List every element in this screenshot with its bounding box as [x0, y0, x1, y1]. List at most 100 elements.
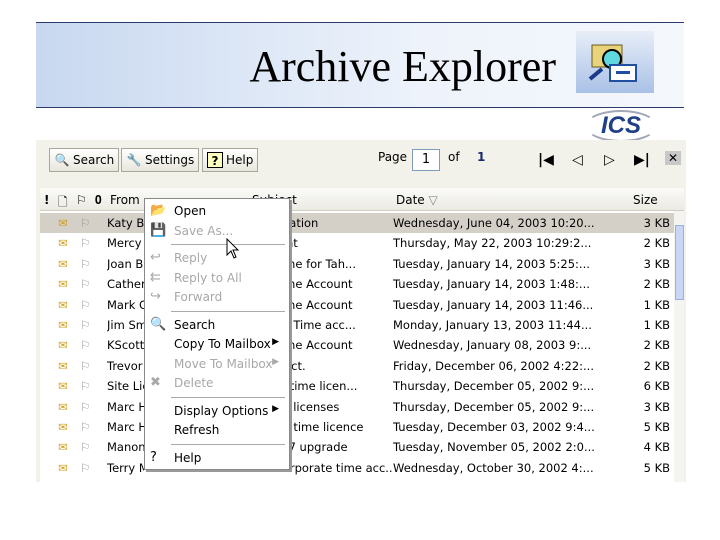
table-row[interactable]: ✉ ⚐ Marc H porate time licence Tuesday, D… [40, 417, 674, 437]
table-row[interactable]: ✉ ⚐ Mark C ate Time Account Tuesday, Janu… [40, 295, 674, 315]
cell-date: Monday, January 13, 2003 11:44... [393, 318, 592, 332]
cell-size: 2 KB [643, 277, 670, 292]
envelope-icon: ✉ [58, 318, 68, 332]
flag-column-icon[interactable]: ⚐ [76, 193, 87, 207]
close-icon[interactable]: ✕ [665, 151, 682, 165]
envelope-icon: ✉ [58, 338, 68, 353]
menu-item-search[interactable]: 🔍 Search [145, 316, 289, 335]
menu-item-label: Forward [174, 290, 223, 304]
settings-icon: 🔧 [126, 153, 142, 167]
menu-item-save-as[interactable]: 💾 Save As... [145, 222, 289, 241]
table-row[interactable]: ✉⚐ Terry Monteiro RE: Corporate time acc… [40, 458, 674, 478]
envelope-icon: ✉ [58, 399, 68, 414]
cell-date: Thursday, December 05, 2002 9:... [393, 379, 595, 394]
column-size[interactable]: Size [633, 193, 658, 207]
next-page-icon[interactable]: ▷ [604, 152, 615, 168]
envelope-icon: ✉ [58, 460, 68, 475]
search-button[interactable]: 🔍 Search [49, 148, 120, 172]
last-page-icon[interactable]: ▶| [634, 152, 650, 168]
table-row[interactable]: ✉ ⚐ Joan B ate Time for Tah... Tuesday, J… [40, 254, 674, 274]
menu-item-reply[interactable]: ↩ Reply [145, 249, 289, 268]
help-button[interactable]: ? Help [202, 148, 259, 172]
cell-date: Thursday, May 22, 2003 10:29:2... [393, 236, 592, 251]
menu-item-display-options[interactable]: Display Options ▶ [145, 402, 289, 421]
cell-from: Mark C [107, 297, 144, 312]
page-label: Page [378, 150, 408, 164]
envelope-icon: ✉ [58, 358, 68, 373]
first-page-icon[interactable]: |◀ [538, 152, 554, 168]
cell-from: Manon [107, 440, 144, 455]
envelope-icon: ✉ [58, 256, 68, 271]
menu-item-delete[interactable]: ✖ Delete [145, 374, 289, 393]
cell-date: Wednesday, June 04, 2003 10:20... [393, 216, 595, 230]
envelope-icon: ✉ [58, 297, 68, 312]
table-header: ! 🗋 ⚐ 𝟎 From Subject Date ▽ Size [40, 188, 684, 211]
cell-from: Terry Monteiro [107, 460, 144, 475]
cell-date: Friday, December 06, 2002 4:22:... [393, 358, 594, 373]
cell-size: 5 KB [643, 420, 670, 434]
help-icon: ? [150, 449, 157, 465]
page-input[interactable]: 1 [412, 149, 440, 171]
delete-icon: ✖ [150, 375, 161, 390]
menu-item-label: Move To Mailbox [174, 356, 273, 371]
menu-item-label: Display Options [174, 403, 269, 418]
scrollbar-thumb[interactable] [675, 225, 684, 300]
table-row[interactable]: ✉ ⚐ Jim Sm porate Time acc... Monday, Jan… [40, 315, 674, 335]
menu-item-label: Help [174, 450, 202, 465]
cell-size: 3 KB [643, 216, 670, 230]
table-row[interactable]: ✉ ⚐ Cather ate Time Account Tuesday, Janu… [40, 274, 674, 294]
settings-label: Settings [145, 153, 195, 167]
cell-from: Joan B [107, 256, 144, 271]
attachment-column-icon[interactable]: 𝟎 [95, 193, 102, 208]
menu-item-move-to-mailbox[interactable]: Move To Mailbox ▶ [145, 355, 289, 374]
mouse-cursor-icon [226, 238, 240, 259]
cell-date: Wednesday, January 08, 2003 9:... [393, 338, 592, 353]
table-row[interactable]: ✉⚐ Trevor ime Acct. Friday, December 06,… [40, 356, 674, 376]
table-row[interactable]: ✉⚐ Katy B registration Wednesday, June 0… [40, 213, 674, 233]
table-row[interactable]: ✉ ⚐ Manon 788007 upgrade Tuesday, Novembe… [40, 437, 674, 457]
flag-icon: ⚐ [80, 318, 91, 332]
menu-item-label: Search [174, 317, 216, 332]
menu-item-forward[interactable]: ↪ Forward [145, 288, 289, 307]
message-table: ! 🗋 ⚐ 𝟎 From Subject Date ▽ Size ✉ ⚐ Katy… [40, 188, 684, 482]
flag-icon: ⚐ [80, 358, 91, 373]
submenu-arrow-icon: ▶ [272, 356, 279, 367]
priority-column-icon[interactable]: ! [44, 193, 49, 207]
menu-item-open[interactable]: 📂 Open [145, 202, 289, 221]
envelope-icon: ✉ [58, 277, 68, 292]
page-total: 1 [477, 150, 486, 164]
cell-date: Tuesday, November 05, 2002 2:0... [393, 440, 595, 455]
flag-icon: ⚐ [80, 338, 91, 353]
prev-page-icon[interactable]: ◁ [572, 152, 583, 168]
settings-button[interactable]: 🔧 Settings [121, 148, 200, 172]
table-row[interactable]: ✉ ⚐ Marc H tetime licenses Thursday, Dece… [40, 397, 674, 417]
menu-item-reply-to-all[interactable]: ⇇ Reply to All [145, 269, 289, 288]
menu-item-label: Reply to All [174, 270, 242, 285]
envelope-icon: ✉ [58, 236, 68, 251]
column-from[interactable]: From [110, 193, 140, 207]
table-row[interactable]: ✉ ⚐ KScott ate Time Account Wednesday, Ja… [40, 335, 674, 355]
cell-from: Mercy [107, 236, 142, 251]
flag-icon: ⚐ [80, 460, 91, 475]
type-column-icon[interactable]: 🗋 [58, 193, 68, 214]
cell-size: 3 KB [643, 256, 670, 271]
table-row[interactable]: ✉⚐ Mercy account Thursday, May 22, 2003 … [40, 233, 674, 253]
search-icon: 🔍 [150, 316, 167, 332]
of-label: of [448, 150, 460, 164]
save-icon: 💾 [150, 222, 167, 238]
archive-explorer-icon [576, 31, 654, 93]
table-row[interactable]: ✉⚐ Site Lic poratetime licen... Thursday… [40, 376, 674, 396]
menu-item-label: Save As... [174, 223, 234, 238]
menu-item-refresh[interactable]: Refresh [145, 421, 289, 440]
cell-size: 2 KB [643, 236, 670, 251]
menu-item-label: Delete [174, 376, 214, 390]
menu-item-help[interactable]: ? Help [145, 449, 289, 468]
submenu-arrow-icon: ▶ [272, 403, 279, 414]
menu-item-copy-to-mailbox[interactable]: Copy To Mailbox ▶ [145, 335, 289, 354]
envelope-icon: ✉ [58, 216, 68, 230]
flag-icon: ⚐ [80, 399, 91, 414]
cell-size: 5 KB [643, 460, 670, 475]
cell-size: 6 KB [643, 379, 670, 394]
cell-from: KScott [107, 338, 144, 353]
column-date[interactable]: Date ▽ [396, 193, 438, 207]
